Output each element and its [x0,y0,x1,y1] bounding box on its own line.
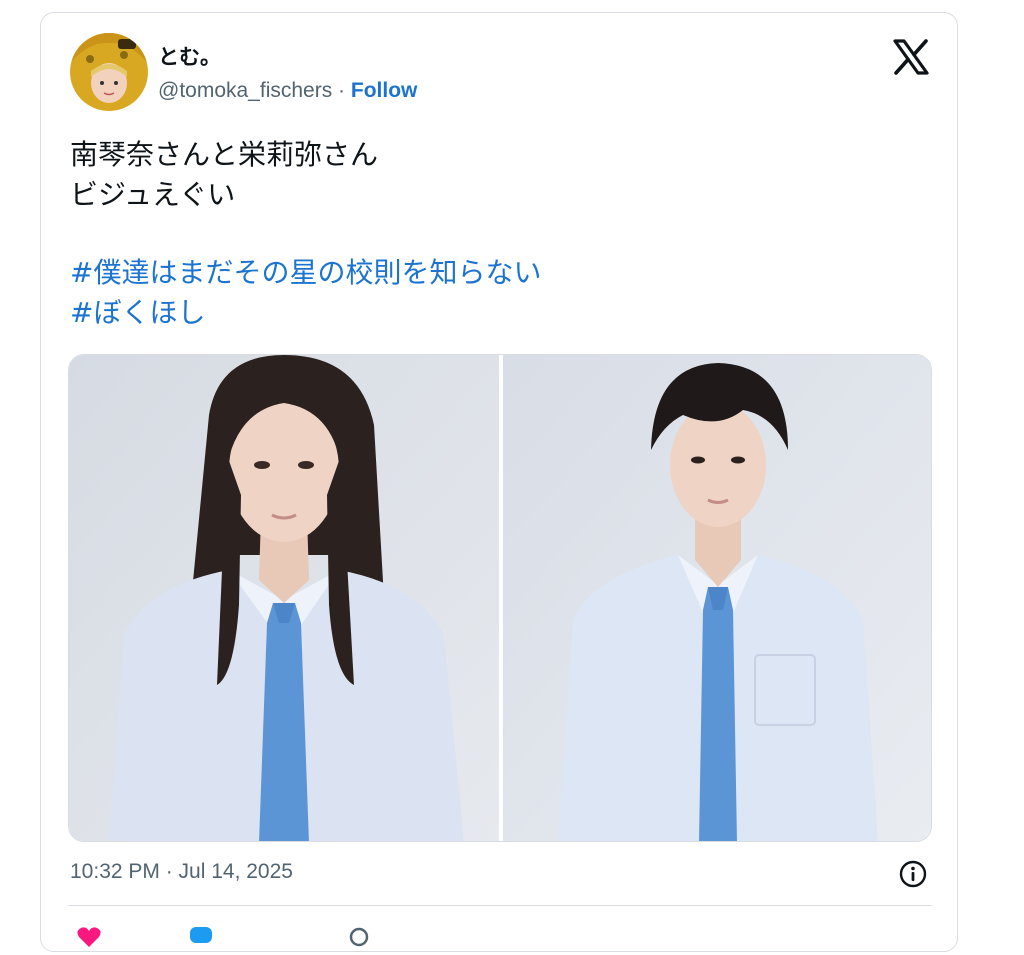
tweet-text-line: 南琴奈さんと栄莉弥さん [70,138,379,171]
link-icon[interactable] [346,925,372,954]
heart-icon[interactable] [76,925,102,954]
hashtag-link[interactable]: #ぼくほし [70,293,541,333]
avatar[interactable] [70,33,148,111]
tweet-embed-card: とむ。 @tomoka_fischers · Follow 南琴奈さんと栄莉弥さ… [40,12,958,952]
separator: · [332,79,351,102]
author-handle[interactable]: @tomoka_fischers [158,79,332,102]
tweet-text-line: ビジュえぐい [70,178,236,211]
media-grid [68,354,932,842]
hashtag-link[interactable]: #僕達はまだその星の校則を知らない [70,253,541,293]
info-icon[interactable] [898,859,928,889]
photo-girl[interactable] [69,355,499,841]
hashtag-list: #僕達はまだその星の校則を知らない #ぼくほし [70,253,541,333]
author-handle-row: @tomoka_fischers · Follow [158,79,417,103]
follow-button[interactable]: Follow [351,79,418,102]
tweet-text: 南琴奈さんと栄莉弥さん ビジュえぐい [70,135,378,215]
author-display-name[interactable]: とむ。 [158,41,221,71]
tweet-timestamp[interactable]: 10:32 PM · Jul 14, 2025 [70,860,293,884]
divider [68,905,932,906]
photo-boy[interactable] [503,355,931,841]
x-logo-icon[interactable] [891,37,931,77]
reply-icon[interactable] [188,925,214,954]
